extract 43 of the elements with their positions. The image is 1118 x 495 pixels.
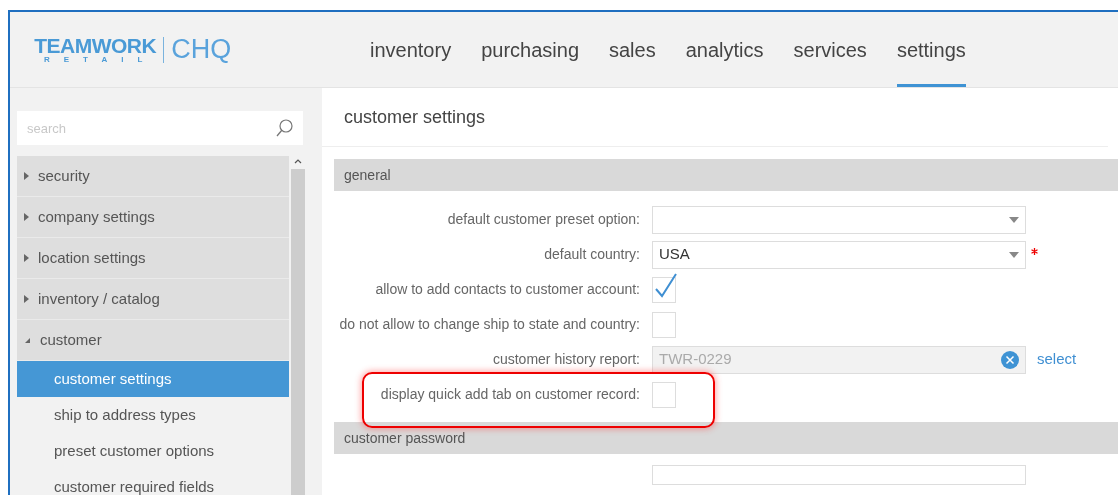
sidebar-item[interactable]: security (17, 156, 289, 197)
nav-tab[interactable]: services (793, 12, 867, 87)
sidebar-item[interactable]: inventory / catalog (17, 279, 289, 320)
sidebar-item[interactable]: company settings (17, 197, 289, 238)
scroll-up-icon[interactable] (294, 159, 302, 164)
checkbox[interactable] (652, 311, 676, 338)
field-label: default customer preset option: (446, 210, 641, 229)
caret-right-icon (24, 254, 29, 262)
nav-tab[interactable]: analytics (685, 12, 764, 87)
field-label: display quick add tab on customer record: (379, 385, 641, 404)
text-field[interactable] (652, 465, 1026, 485)
field-label: do not allow to change ship to state and country: (338, 315, 641, 334)
nav-tab[interactable]: inventory (370, 12, 452, 87)
logo-subtitle: RETAIL (43, 56, 157, 64)
nav-tab[interactable]: sales (609, 12, 656, 87)
section-header: general (334, 159, 1118, 191)
caret-right-icon (24, 213, 29, 221)
select-link[interactable]: select (1037, 348, 1077, 371)
dropdown-field[interactable]: USA (652, 240, 1026, 269)
dropdown-caret-icon (1009, 216, 1019, 223)
logo-brand: TEAMWORK (34, 35, 157, 56)
page-title: customer settings (344, 105, 486, 129)
dropdown-field[interactable] (652, 205, 1026, 234)
sidebar-subitem[interactable]: ship to address types (17, 397, 289, 433)
caret-down-icon (24, 336, 31, 344)
dropdown-caret-icon (1009, 251, 1019, 258)
search-icon (276, 119, 293, 137)
field-label: allow to add contacts to customer account: (374, 280, 641, 299)
logo-product: CHQ (171, 33, 232, 67)
clear-icon[interactable] (1001, 350, 1019, 369)
sidebar-item[interactable]: location settings (17, 238, 289, 279)
sidebar-subitem[interactable]: customer required fields (17, 469, 289, 495)
caret-right-icon (24, 295, 29, 303)
caret-right-icon (24, 172, 29, 180)
field-label: customer history report: (491, 350, 641, 369)
nav-tab[interactable]: purchasing (481, 12, 579, 87)
sidebar-subitem[interactable]: preset customer options (17, 433, 289, 469)
section-header: customer password (334, 422, 1118, 454)
checkbox[interactable] (652, 381, 676, 408)
checkbox[interactable] (652, 276, 676, 303)
field-label: default country: (543, 245, 641, 264)
checkmark-icon (654, 271, 678, 300)
sidebar-item[interactable]: customer (17, 320, 289, 361)
